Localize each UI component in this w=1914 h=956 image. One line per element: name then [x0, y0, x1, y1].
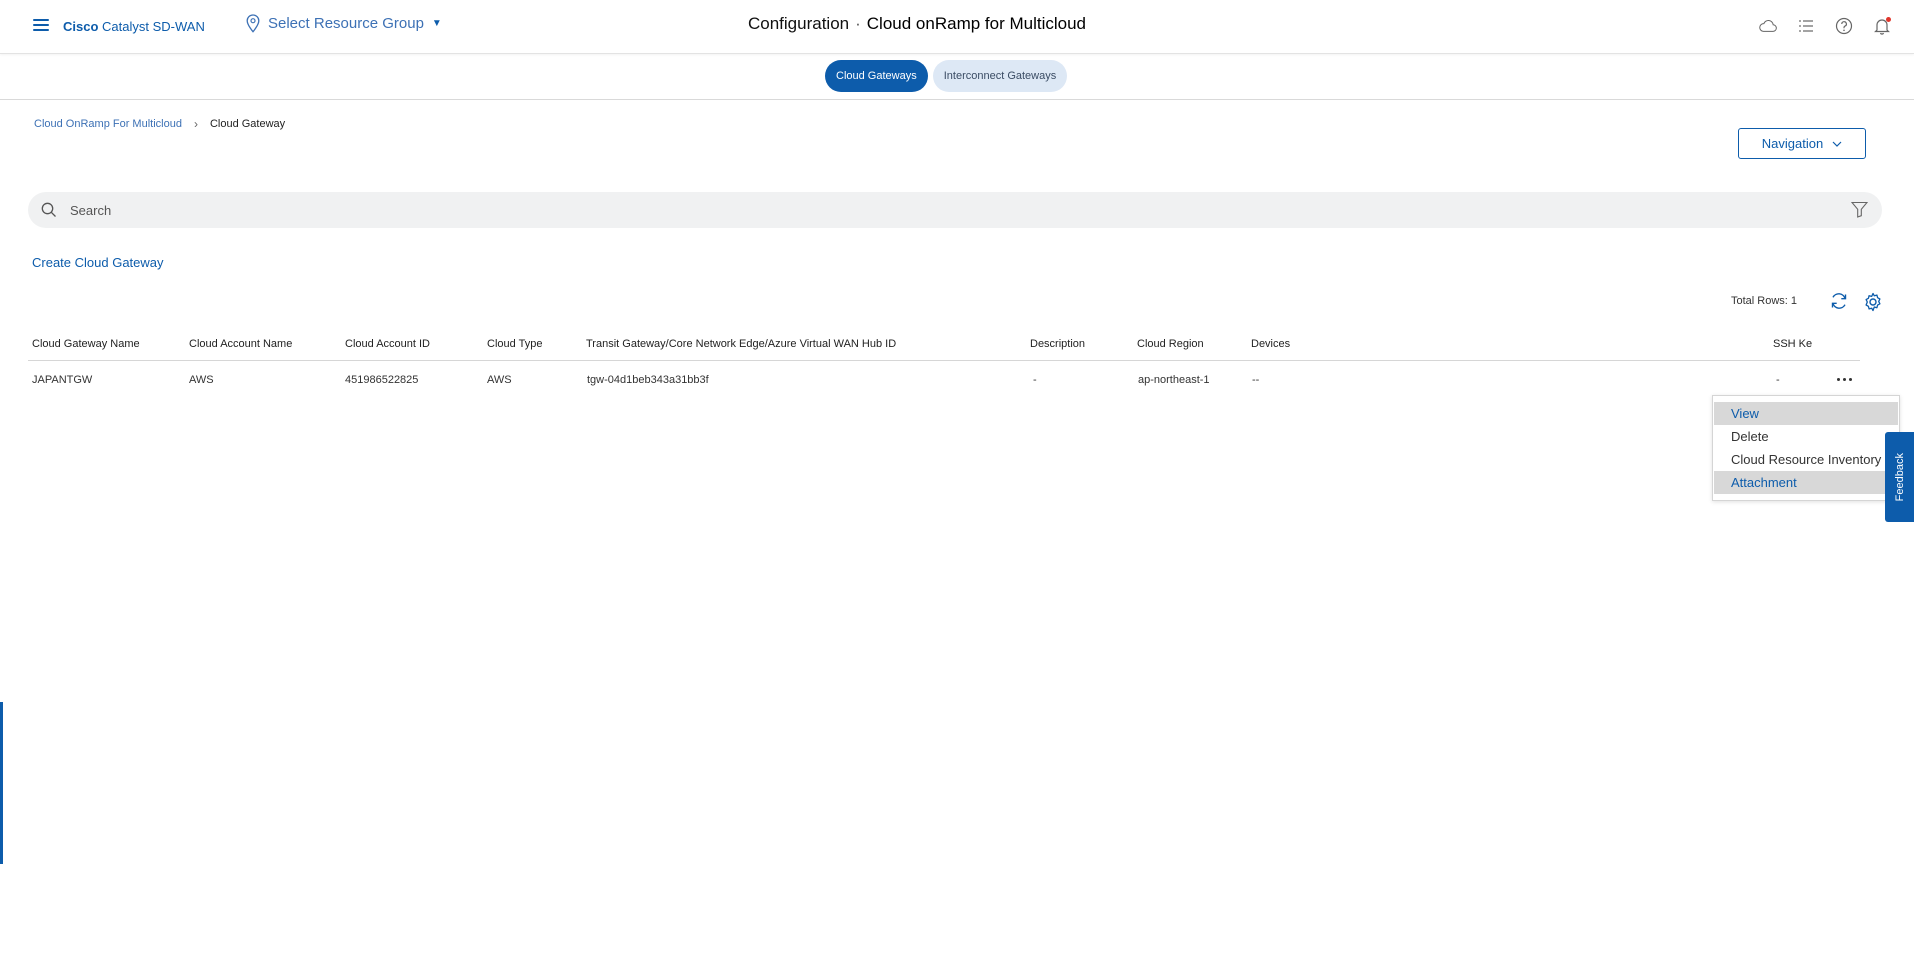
table-row[interactable]: JAPANTGW AWS 451986522825 AWS tgw-04d1be… — [28, 361, 1860, 399]
feedback-label: Feedback — [1893, 452, 1906, 502]
total-rows-count: Total Rows: 1 — [1731, 295, 1798, 307]
column-header[interactable]: SSH Ke — [1773, 338, 1812, 350]
table-cell: AWS — [189, 374, 214, 386]
breadcrumb: Cloud OnRamp For Multicloud › Cloud Gate… — [34, 117, 285, 131]
top-header: Cisco Catalyst SD-WAN Select Resource Gr… — [0, 0, 1914, 54]
column-header[interactable]: Description — [1030, 338, 1085, 350]
table-cell: - — [1033, 374, 1037, 386]
chevron-right-icon: › — [193, 117, 198, 131]
column-header[interactable]: Cloud Account Name — [189, 338, 292, 350]
column-header[interactable]: Cloud Type — [487, 338, 542, 350]
column-header[interactable]: Devices — [1251, 338, 1290, 350]
bell-icon[interactable] — [1872, 16, 1892, 36]
create-cloud-gateway-link[interactable]: Create Cloud Gateway — [32, 255, 164, 270]
page-title: Configuration · Cloud onRamp for Multiclou… — [747, 14, 1086, 33]
refrsh-icon[interactable] — [1829, 291, 1849, 311]
cloud-gateway-table: Cloud Gateway Name Cloud Account Name Cl… — [28, 334, 1860, 399]
row-actions-menu: View Delete Cloud Resource Inventory Att… — [1712, 395, 1900, 501]
filter-icon[interactable] — [1851, 201, 1868, 218]
table-header: Cloud Gateway Name Cloud Account Name Cl… — [28, 334, 1860, 361]
chevron-down-icon — [1832, 141, 1842, 147]
column-header[interactable]: Transit Gateway/Core Network Edge/Azure … — [586, 338, 896, 350]
table-cell: - — [1776, 374, 1780, 386]
search-bar — [28, 192, 1882, 228]
breadcrumb-current: Cloud Gateway — [209, 118, 286, 130]
left-edge-accent — [0, 702, 3, 864]
tab-cloud-gateways[interactable]: Cloud Gateways — [825, 60, 928, 92]
menu-item-cloud-resource-inventory[interactable]: Cloud Resource Inventory — [1714, 448, 1898, 471]
notification-dot — [1886, 17, 1891, 22]
feedback-tab[interactable]: Feedback — [1885, 432, 1914, 522]
search-input[interactable] — [70, 198, 1770, 222]
tab-interconnect-gateways[interactable]: Interconnect Gateways — [932, 60, 1068, 92]
table-cell: tgw-04d1beb343a31bb3f — [587, 374, 709, 386]
menu-item-delete[interactable]: Delete — [1714, 425, 1898, 448]
table-cell: 451986522825 — [345, 374, 419, 386]
help-icon[interactable] — [1834, 16, 1854, 36]
more-actions-icon[interactable] — [1824, 367, 1864, 391]
search-icon — [41, 202, 56, 217]
table-cell: -- — [1252, 374, 1260, 386]
table-cell: AWS — [487, 374, 512, 386]
gear-icon[interactable] — [1863, 292, 1883, 312]
table-cell: ap-northeast-1 — [1138, 374, 1210, 386]
column-header[interactable]: Cloud Gateway Name — [32, 338, 140, 350]
tab-bar: Cloud Gateways Interconnect Gateways — [0, 54, 1914, 100]
cloud-icon[interactable] — [1758, 16, 1778, 36]
table-cell: JAPANTGW — [32, 374, 93, 386]
breadcrumb-parent-link[interactable]: Cloud OnRamp For Multicloud — [34, 118, 182, 130]
column-header[interactable]: Cloud Region — [1137, 338, 1204, 350]
list-icon[interactable] — [1796, 16, 1816, 36]
menu-item-view[interactable]: View — [1714, 402, 1898, 425]
column-header[interactable]: Cloud Account ID — [345, 338, 430, 350]
navigation-button[interactable]: Navigation — [1738, 128, 1866, 159]
menu-item-attachment[interactable]: Attachment — [1714, 471, 1898, 494]
